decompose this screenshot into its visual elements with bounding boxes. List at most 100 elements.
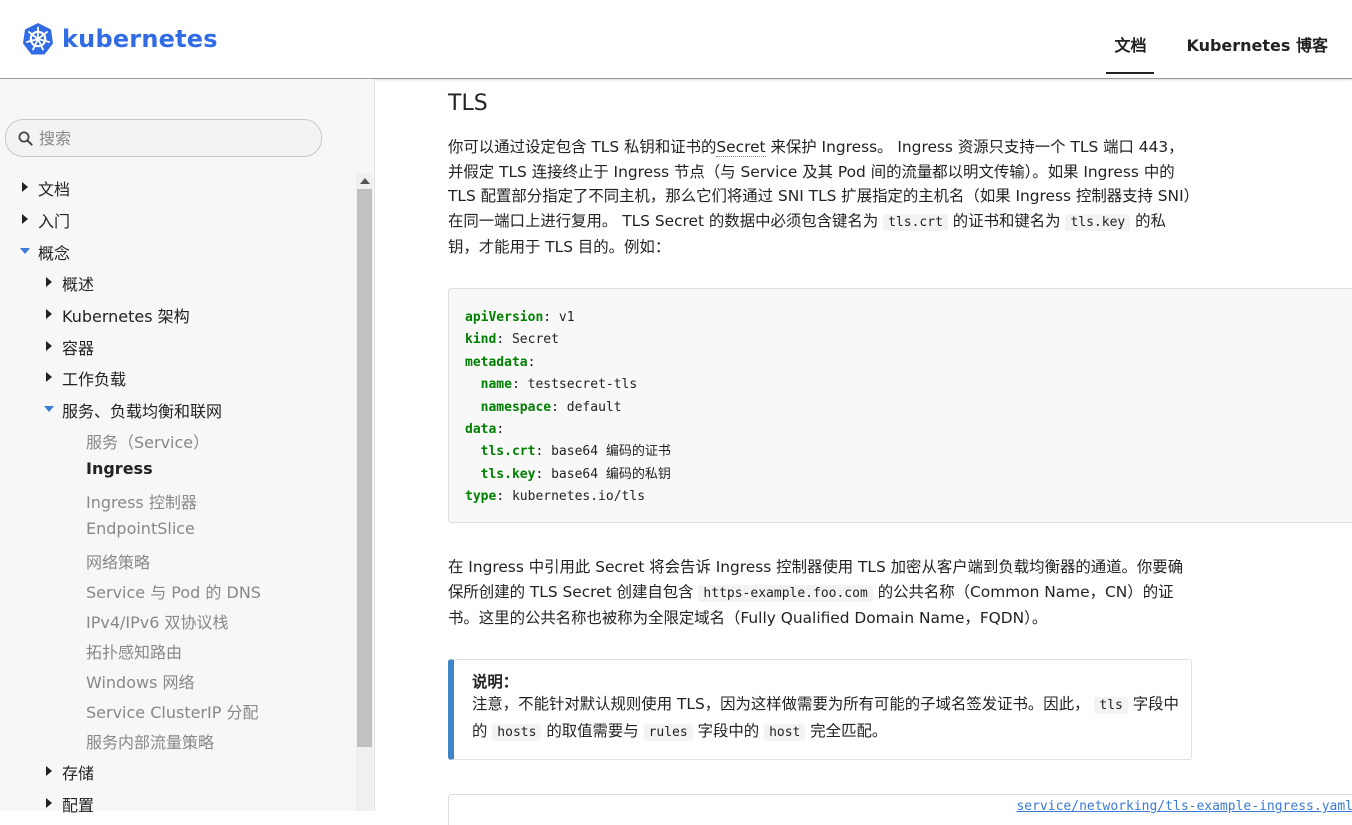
tree-label: Kubernetes 架构	[62, 307, 190, 326]
code-block: apiVersion: v1 kind: Secret metadata: name…	[448, 288, 1352, 523]
code-line: tls.key: base64 编码的私钥	[465, 464, 671, 486]
nav-blog[interactable]: Kubernetes 博客	[1178, 30, 1336, 74]
inline-code: rules	[643, 723, 693, 741]
tree-item-networking[interactable]: 服务、负载均衡和联网	[0, 397, 354, 421]
tree-item-overview[interactable]: 概述	[0, 270, 354, 294]
caret-down-icon	[20, 248, 30, 254]
secret-link[interactable]: Secret	[716, 138, 766, 157]
search-box[interactable]	[5, 119, 322, 157]
code-colon: :	[496, 332, 505, 348]
inline-code: host	[764, 723, 806, 741]
yaml-file-link[interactable]: service/networking/tls-example-ingress.y…	[1016, 799, 1352, 814]
search-input[interactable]	[37, 127, 301, 149]
inline-code: hosts	[492, 723, 542, 741]
text: 的证书和键名为	[947, 211, 1066, 230]
leaf-endpointslice[interactable]: EndpointSlice	[86, 519, 195, 538]
kubernetes-wheel-icon	[23, 23, 53, 55]
nav-docs[interactable]: 文档	[1106, 30, 1155, 74]
inline-code: https-example.foo.com	[698, 584, 873, 602]
leaf-service[interactable]: 服务（Service）	[86, 429, 209, 453]
kubernetes-logo[interactable]: kubernetes	[22, 22, 218, 56]
code-key: namespace	[480, 399, 552, 415]
tree-label: 入门	[38, 212, 71, 231]
scrollbar-thumb[interactable]	[357, 189, 372, 747]
note-body: 注意，不能针对默认规则使用 TLS，因为这样做需要为所有可能的子域名签发证书。因…	[472, 692, 1184, 745]
leaf-dual-stack[interactable]: IPv4/IPv6 双协议栈	[86, 609, 229, 633]
leaf-ingress-controllers[interactable]: Ingress 控制器	[86, 489, 197, 513]
code-key: name	[480, 377, 512, 393]
tree-label: 概念	[38, 244, 71, 263]
code-colon: :	[551, 399, 559, 415]
tree-item-workloads[interactable]: 工作负载	[0, 365, 354, 389]
caret-right-icon	[22, 182, 28, 192]
inline-code: tls.crt	[883, 213, 948, 231]
sidebar: 文档 入门 概念 概述 Kubernetes 架构 容器 工作负载	[0, 79, 375, 815]
sidebar-scrollbar[interactable]	[356, 173, 373, 811]
leaf-dns[interactable]: Service 与 Pod 的 DNS	[86, 579, 261, 603]
section-heading: TLS	[448, 91, 488, 116]
tree-item-storage[interactable]: 存储	[0, 759, 354, 783]
code-lines: apiVersion: v1 kind: Secret metadata: name…	[465, 307, 671, 509]
code-line: name: testsecret-tls	[465, 374, 671, 396]
code-value: v1	[551, 310, 575, 325]
caret-right-icon	[22, 214, 28, 224]
caret-right-icon	[46, 798, 52, 808]
code-colon: :	[496, 422, 505, 438]
code-value: base64 编码的证书	[543, 444, 671, 460]
tree-item-configuration[interactable]: 配置	[0, 791, 354, 815]
reference-paragraph: 在 Ingress 中引用此 Secret 将会告诉 Ingress 控制器使用…	[448, 555, 1193, 631]
tree-label: 文档	[38, 180, 71, 199]
code-value: default	[558, 399, 622, 415]
code-key: kind	[465, 332, 497, 348]
text: 你可以通过设定包含 TLS 私钥和证书的	[448, 138, 717, 156]
code-colon: :	[511, 377, 520, 393]
tree-item-containers[interactable]: 容器	[0, 334, 354, 358]
tree-label: 容器	[62, 339, 95, 358]
code-colon: :	[543, 310, 552, 325]
code-line: kind: Secret	[465, 329, 671, 351]
tree-label: 工作负载	[62, 370, 127, 389]
scroll-up-arrow-icon[interactable]	[360, 178, 370, 184]
code-line: apiVersion: v1	[465, 307, 671, 329]
code-value: base64 编码的私钥	[543, 466, 671, 482]
yaml-example-box: service/networking/tls-example-ingress.y…	[448, 794, 1352, 825]
tree-item-docs[interactable]: 文档	[0, 175, 354, 199]
inline-code: tls	[1094, 697, 1128, 714]
code-value: kubernetes.io/tls	[504, 489, 646, 505]
code-value: testsecret-tls	[519, 377, 638, 393]
leaf-windows-networking[interactable]: Windows 网络	[86, 669, 195, 693]
code-line: metadata:	[465, 352, 671, 374]
caret-down-icon	[44, 406, 54, 412]
tree-item-architecture[interactable]: Kubernetes 架构	[0, 302, 354, 326]
code-colon: :	[496, 489, 505, 505]
text: 完全匹配。	[805, 721, 888, 740]
tls-paragraph: 你可以通过设定包含 TLS 私钥和证书的Secret 来保护 Ingress。 …	[448, 135, 1193, 260]
leaf-ingress[interactable]: Ingress	[86, 459, 153, 478]
inline-code: tls.key	[1065, 213, 1131, 231]
tree-label: 概述	[62, 275, 95, 294]
code-line: data:	[465, 419, 671, 441]
code-colon: :	[527, 354, 536, 370]
code-line: namespace: default	[465, 397, 671, 419]
leaf-clusterip-allocation[interactable]: Service ClusterIP 分配	[86, 699, 258, 723]
top-nav: 文档 Kubernetes 博客	[1082, 30, 1336, 74]
tree-label: 存储	[62, 764, 95, 783]
code-line: tls.crt: base64 编码的证书	[465, 441, 671, 463]
leaf-topology-routing[interactable]: 拓扑感知路由	[86, 639, 182, 663]
note-callout: 说明： 注意，不能针对默认规则使用 TLS，因为这样做需要为所有可能的子域名签发…	[448, 659, 1192, 760]
code-key: type	[465, 489, 497, 505]
tree-item-getting-started[interactable]: 入门	[0, 207, 354, 231]
brand-name: kubernetes	[62, 25, 218, 53]
leaf-internal-traffic-policy[interactable]: 服务内部流量策略	[86, 729, 214, 753]
caret-right-icon	[46, 341, 52, 351]
caret-right-icon	[46, 309, 52, 319]
search-icon	[18, 131, 33, 146]
tree-item-concepts[interactable]: 概念	[0, 239, 354, 263]
code-value: Secret	[504, 332, 559, 348]
text: 注意，不能针对默认规则使用 TLS，因为这样做需要为所有可能的子域名签发证书。因…	[472, 695, 1095, 713]
code-key: metadata	[465, 354, 528, 370]
text: 的取值需要与	[541, 721, 644, 740]
leaf-network-policies[interactable]: 网络策略	[86, 549, 150, 573]
